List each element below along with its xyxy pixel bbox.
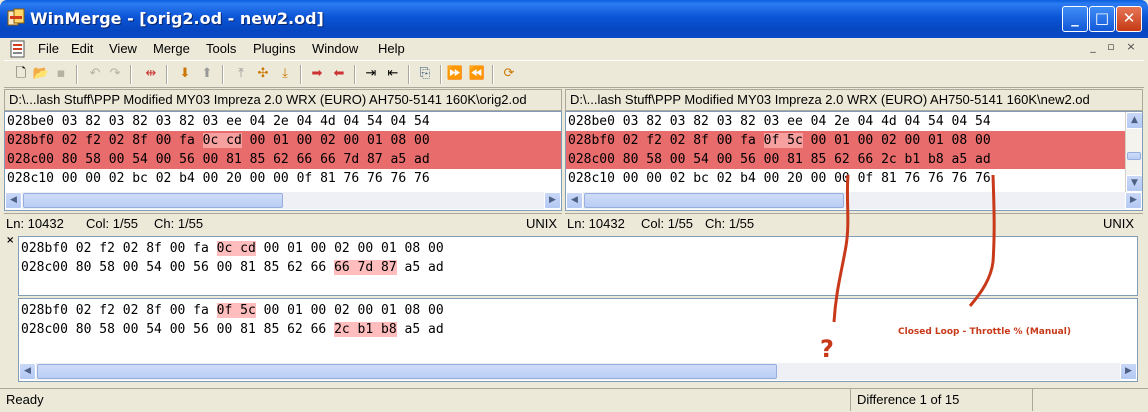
menu-view[interactable]: View [109,41,137,56]
left-column: Col: 1/55 [86,216,139,231]
status-bar: Ready Difference 1 of 15 [0,388,1148,412]
menu-tools[interactable]: Tools [206,41,236,56]
copy-right-icon[interactable]: ➡ [308,65,326,83]
toolbar-separator [440,65,442,84]
undo-icon[interactable]: ↶ [86,65,104,83]
toolbar-separator [166,65,168,84]
right-horizontal-scrollbar[interactable]: ◀ ▶ [566,192,1142,209]
difference-counter: Difference 1 of 15 [850,389,1030,411]
toolbar-separator [130,65,132,84]
menu-window[interactable]: Window [312,41,358,56]
refresh-icon[interactable]: ⟳ [500,65,518,83]
menu-edit[interactable]: Edit [71,41,93,56]
compare-icon[interactable]: ⎘ [416,65,434,83]
mdi-minimize-button[interactable]: _ [1084,40,1102,56]
left-pane-status: Ln: 10432 Col: 1/55 Ch: 1/55 UNIX [4,213,562,234]
right-char: Ch: 1/55 [705,216,755,231]
save-icon[interactable]: ▪ [52,65,70,83]
all-right-icon[interactable]: ⏩ [446,65,464,83]
detail-horizontal-scrollbar[interactable]: ◀ ▶ [19,363,1137,380]
diff-line[interactable]: 028bf0 02 f2 02 8f 00 fa 0f 5c 00 01 00 … [566,131,1142,150]
maximize-button[interactable]: □ [1089,6,1115,32]
last-diff-icon[interactable]: ⤓ [276,65,294,83]
scroll-right-button[interactable]: ▶ [1120,363,1137,380]
menu-help[interactable]: Help [378,41,405,56]
toolbar-separator [354,65,356,84]
next-diff-icon[interactable]: ⬇ [176,65,194,83]
detail-pane-right[interactable]: 028bf0 02 f2 02 8f 00 fa 0f 5c 00 01 00 … [18,298,1138,382]
toolbar-separator [300,65,302,84]
right-vertical-scrollbar[interactable]: ▲ ▼ [1125,112,1142,192]
scroll-thumb[interactable] [23,193,283,208]
mdi-restore-button[interactable]: ▫ [1102,40,1120,56]
left-line-number: Ln: 10432 [6,216,64,231]
diff-line[interactable]: 028c00 80 58 00 54 00 56 00 81 85 62 66 … [5,150,561,169]
mdi-close-button[interactable]: × [1122,40,1140,56]
menu-file[interactable]: File [38,41,59,56]
left-file-path: D:\...lash Stuff\PPP Modified MY03 Impre… [4,89,562,111]
scroll-up-button[interactable]: ▲ [1126,112,1142,129]
scroll-left-button[interactable]: ◀ [5,192,22,209]
current-diff-icon[interactable]: ✣ [254,65,272,83]
detail-line[interactable]: 028c00 80 58 00 54 00 56 00 81 85 62 66 … [19,258,1137,277]
redo-icon[interactable]: ↷ [106,65,124,83]
scroll-right-button[interactable]: ▶ [544,192,561,209]
first-diff-icon[interactable]: ⤒ [232,65,250,83]
diff-line[interactable]: 028c00 80 58 00 54 00 56 00 81 85 62 66 … [566,150,1142,169]
close-button[interactable]: ✕ [1116,6,1142,32]
minimize-button[interactable]: _ [1062,6,1088,32]
code-line[interactable]: 028c10 00 00 02 bc 02 b4 00 20 00 00 0f … [5,169,561,188]
status-ready: Ready [6,392,44,407]
toolbar-separator [76,65,78,84]
copy-left-advance-icon[interactable]: ⇤ [384,65,402,83]
scroll-thumb[interactable] [37,364,777,379]
menu-plugins[interactable]: Plugins [253,41,296,56]
annotation-question-mark: ? [820,335,834,363]
scroll-thumb[interactable] [1127,152,1141,160]
right-pane-status: Ln: 10432 Col: 1/55 Ch: 1/55 UNIX [565,213,1143,234]
copy-right-advance-icon[interactable]: ⇥ [362,65,380,83]
scroll-thumb[interactable] [584,193,844,208]
toolbar-separator [492,65,494,84]
left-code-pane[interactable]: 028be0 03 82 03 82 03 82 03 ee 04 2e 04 … [4,111,562,211]
toolbar: 🗋 📂 ▪ ↶ ↷ ⇹ ⬇ ⬆ ⤒ ✣ ⤓ ➡ ⬅ ⇥ ⇤ ⎘ ⏩ ⏪ ⟳ [4,60,1144,88]
right-file-path: D:\...lash Stuff\PPP Modified MY03 Impre… [565,89,1143,111]
all-left-icon[interactable]: ⏪ [468,65,486,83]
left-eol-type: UNIX [526,216,558,231]
detail-line[interactable]: 028bf0 02 f2 02 8f 00 fa 0f 5c 00 01 00 … [19,301,1137,320]
right-eol-type: UNIX [1103,216,1135,231]
title-bar[interactable]: WinMerge - [orig2.od - new2.od] _ □ ✕ [0,0,1148,38]
document-icon[interactable] [10,40,26,58]
detail-line[interactable]: 028bf0 02 f2 02 8f 00 fa 0c cd 00 01 00 … [19,239,1137,258]
scroll-left-button[interactable]: ◀ [19,363,36,380]
scroll-right-button[interactable]: ▶ [1125,192,1142,209]
detail-pane-left[interactable]: 028bf0 02 f2 02 8f 00 fa 0c cd 00 01 00 … [18,236,1138,296]
annotation-label: Closed Loop - Throttle % (Manual) [898,327,1071,337]
winmerge-app-icon[interactable] [7,8,25,28]
detail-pane-close-icon[interactable]: × [6,235,14,246]
right-column: Col: 1/55 [641,216,694,231]
prev-diff-icon[interactable]: ⬆ [198,65,216,83]
options-icon[interactable]: ⇹ [142,65,160,83]
new-icon[interactable]: 🗋 [12,65,30,83]
copy-left-icon[interactable]: ⬅ [330,65,348,83]
status-panel [1032,389,1144,411]
code-line[interactable]: 028c10 00 00 02 bc 02 b4 00 20 00 00 0f … [566,169,1142,188]
window-title: WinMerge - [orig2.od - new2.od] [30,9,324,28]
code-line[interactable]: 028be0 03 82 03 82 03 82 03 ee 04 2e 04 … [566,112,1142,131]
toolbar-separator [408,65,410,84]
menu-merge[interactable]: Merge [153,41,190,56]
right-code-pane[interactable]: 028be0 03 82 03 82 03 82 03 ee 04 2e 04 … [565,111,1143,211]
code-line[interactable]: 028be0 03 82 03 82 03 82 03 ee 04 2e 04 … [5,112,561,131]
left-char: Ch: 1/55 [154,216,204,231]
menu-bar: File Edit View Merge Tools Plugins Windo… [4,38,1144,60]
left-horizontal-scrollbar[interactable]: ◀ ▶ [5,192,561,209]
right-line-number: Ln: 10432 [567,216,625,231]
scroll-down-button[interactable]: ▼ [1126,175,1142,192]
scroll-left-button[interactable]: ◀ [566,192,583,209]
diff-line[interactable]: 028bf0 02 f2 02 8f 00 fa 0c cd 00 01 00 … [5,131,561,150]
open-icon[interactable]: 📂 [32,65,50,83]
toolbar-separator [222,65,224,84]
